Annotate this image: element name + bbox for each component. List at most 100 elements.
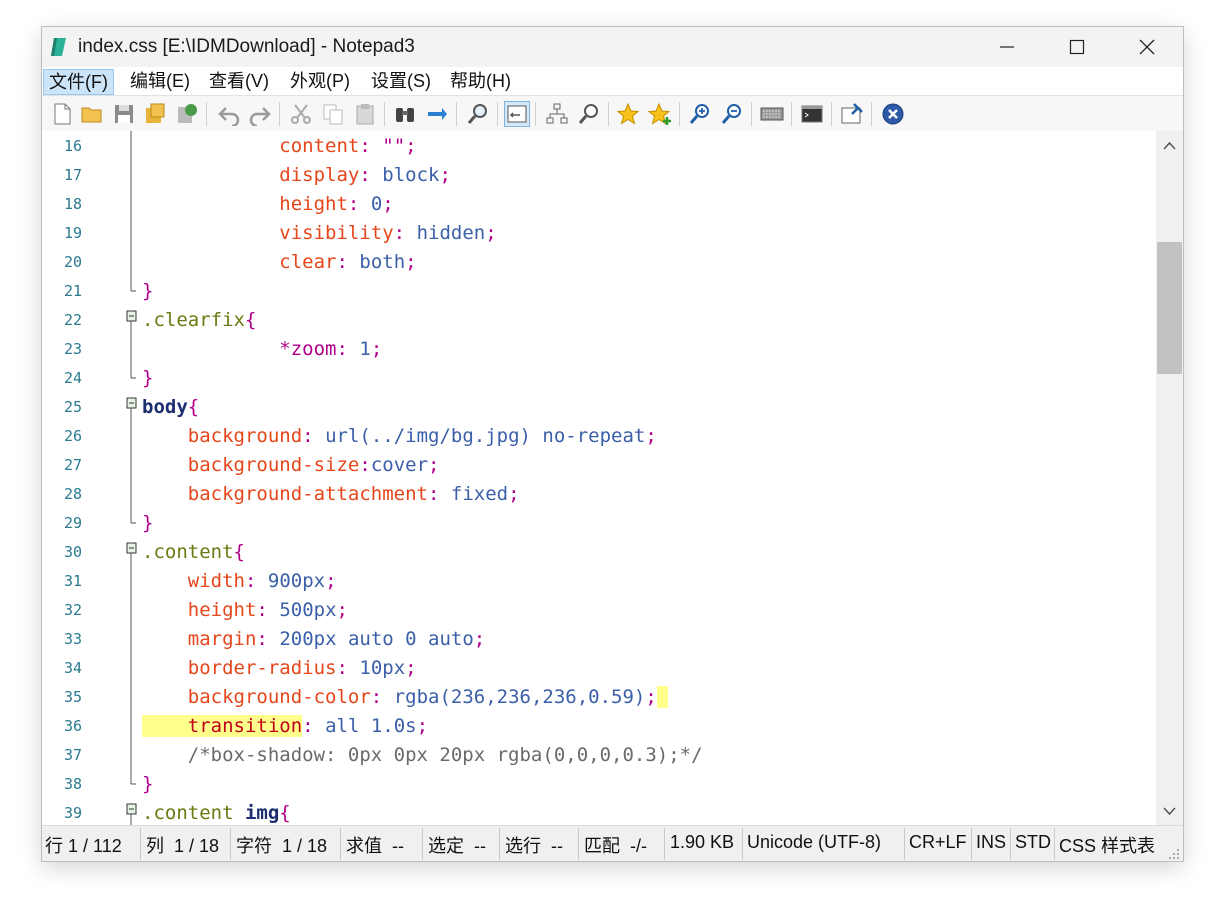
menu-edit[interactable]: 编辑(E) xyxy=(125,69,195,93)
code-line[interactable]: } xyxy=(142,277,153,306)
status-bar: 行 1 / 112 列 1 / 18 字符 1 / 18 求值 -- 选定 --… xyxy=(42,825,1183,861)
code-line[interactable]: clear: both; xyxy=(142,248,416,277)
bookmark-add-icon[interactable] xyxy=(648,102,672,126)
scroll-down-icon[interactable] xyxy=(1163,807,1176,816)
toolbar xyxy=(42,96,1183,132)
maximize-icon xyxy=(1069,39,1085,55)
code-line[interactable]: visibility: hidden; xyxy=(142,219,496,248)
open-folder-icon[interactable] xyxy=(80,102,104,126)
window-title: index.css [E:\IDMDownload] - Notepad3 xyxy=(78,36,415,57)
code-line[interactable]: transition: all 1.0s; xyxy=(142,712,428,741)
status-character: 字符 1 / 18 xyxy=(236,836,328,856)
paste-icon[interactable] xyxy=(353,102,377,126)
code-line[interactable]: .clearfix{ xyxy=(142,306,256,335)
minimize-icon xyxy=(1000,46,1014,48)
toolbar-separator xyxy=(679,102,680,126)
code-editor[interactable]: 16 17 18 19 20 21 22 23 24 25 26 27 28 29 30 31 32 33 34 35… xyxy=(42,131,1183,825)
close-circle-icon[interactable] xyxy=(881,102,905,126)
copy-icon[interactable] xyxy=(321,102,345,126)
code-line[interactable]: height: 500px; xyxy=(142,596,348,625)
line-number: 30 xyxy=(63,543,82,561)
code-line[interactable]: margin: 200px auto 0 auto; xyxy=(142,625,485,654)
code-line[interactable]: body{ xyxy=(142,393,199,422)
save-as-icon[interactable] xyxy=(143,102,167,126)
line-number: 36 xyxy=(63,717,82,735)
line-number: 37 xyxy=(63,746,82,764)
code-line[interactable]: display: block; xyxy=(142,161,451,190)
undo-icon[interactable] xyxy=(217,102,241,126)
scrollbar-thumb[interactable] xyxy=(1157,242,1182,374)
goto-line-icon[interactable] xyxy=(545,102,569,126)
resize-grip-icon[interactable] xyxy=(1168,848,1180,860)
maximize-button[interactable] xyxy=(1042,27,1112,67)
line-number: 39 xyxy=(63,804,82,822)
status-selected-lines: 选行 -- xyxy=(505,836,563,856)
terminal-icon[interactable] xyxy=(800,102,824,126)
toolbar-separator xyxy=(456,102,457,126)
code-line[interactable]: } xyxy=(142,364,153,393)
save-copy-icon[interactable] xyxy=(175,102,199,126)
code-line[interactable]: width: 900px; xyxy=(142,567,337,596)
status-std: STD xyxy=(1015,832,1051,852)
brace-match-highlight xyxy=(656,686,669,708)
toolbar-separator xyxy=(751,102,752,126)
save-icon[interactable] xyxy=(112,102,136,126)
status-lexer[interactable]: CSS 样式表 xyxy=(1059,832,1155,858)
status-line-ending[interactable]: CR+LF xyxy=(909,832,967,853)
menu-settings[interactable]: 设置(S) xyxy=(366,69,436,93)
code-line[interactable]: border-radius: 10px; xyxy=(142,654,417,683)
code-line[interactable]: background-size:cover; xyxy=(142,451,440,480)
code-line[interactable]: background-color: rgba(236,236,236,0.59)… xyxy=(142,683,669,712)
code-line[interactable]: content: ""; xyxy=(142,132,416,161)
notepad3-window: index.css [E:\IDMDownload] - Notepad3 文件… xyxy=(42,27,1183,861)
code-line[interactable]: background: url(../img/bg.jpg) no-repeat… xyxy=(142,422,657,451)
close-button[interactable] xyxy=(1112,27,1182,67)
zoom-out-icon[interactable] xyxy=(720,102,744,126)
line-number: 23 xyxy=(63,340,82,358)
line-number: 19 xyxy=(63,224,82,242)
line-number: 25 xyxy=(63,398,82,416)
keyboard-icon[interactable] xyxy=(760,102,784,126)
code-line[interactable]: .content{ xyxy=(142,538,245,567)
cut-icon[interactable] xyxy=(289,102,313,126)
new-file-icon[interactable] xyxy=(50,102,74,126)
bookmark-icon[interactable] xyxy=(616,102,640,126)
vertical-scrollbar[interactable] xyxy=(1156,131,1183,825)
toolbar-separator xyxy=(831,102,832,126)
line-number: 26 xyxy=(63,427,82,445)
scroll-up-icon[interactable] xyxy=(1163,141,1176,150)
code-line[interactable]: height: 0; xyxy=(142,190,393,219)
zoom-in-icon[interactable] xyxy=(688,102,712,126)
menu-appearance[interactable]: 外观(P) xyxy=(285,69,355,93)
redo-icon[interactable] xyxy=(248,102,272,126)
code-line[interactable]: } xyxy=(142,770,153,799)
minimize-button[interactable] xyxy=(972,27,1042,67)
menu-file[interactable]: 文件(F) xyxy=(43,69,114,95)
find-next-icon[interactable] xyxy=(466,102,490,126)
status-evaluate: 求值 -- xyxy=(346,836,404,856)
line-number: 31 xyxy=(63,572,82,590)
code-line[interactable]: .content img{ xyxy=(142,799,291,825)
status-insert-mode[interactable]: INS xyxy=(976,832,1006,853)
code-line[interactable]: } xyxy=(142,509,153,538)
status-line: 行 1 / 112 xyxy=(45,836,122,856)
code-line[interactable]: *zoom: 1; xyxy=(142,335,382,364)
toolbar-separator xyxy=(384,102,385,126)
menu-help[interactable]: 帮助(H) xyxy=(445,69,516,93)
title-bar[interactable]: index.css [E:\IDMDownload] - Notepad3 xyxy=(42,27,1183,67)
status-encoding[interactable]: Unicode (UTF-8) xyxy=(747,832,881,853)
code-line[interactable]: /*box-shadow: 0px 0px 20px rgba(0,0,0,0.… xyxy=(142,741,703,770)
word-wrap-icon[interactable] xyxy=(504,101,530,127)
replace-icon[interactable] xyxy=(425,102,449,126)
code-line[interactable]: background-attachment: fixed; xyxy=(142,480,520,509)
pin-icon[interactable] xyxy=(840,102,864,126)
menu-view[interactable]: 查看(V) xyxy=(204,69,274,93)
line-number: 20 xyxy=(63,253,82,271)
line-number: 16 xyxy=(63,137,82,155)
status-file-size: 1.90 KB xyxy=(670,832,735,852)
line-number: 28 xyxy=(63,485,82,503)
find-icon[interactable] xyxy=(393,102,417,126)
line-number: 17 xyxy=(63,166,82,184)
toolbar-separator xyxy=(279,102,280,126)
find-in-files-icon[interactable] xyxy=(577,102,601,126)
